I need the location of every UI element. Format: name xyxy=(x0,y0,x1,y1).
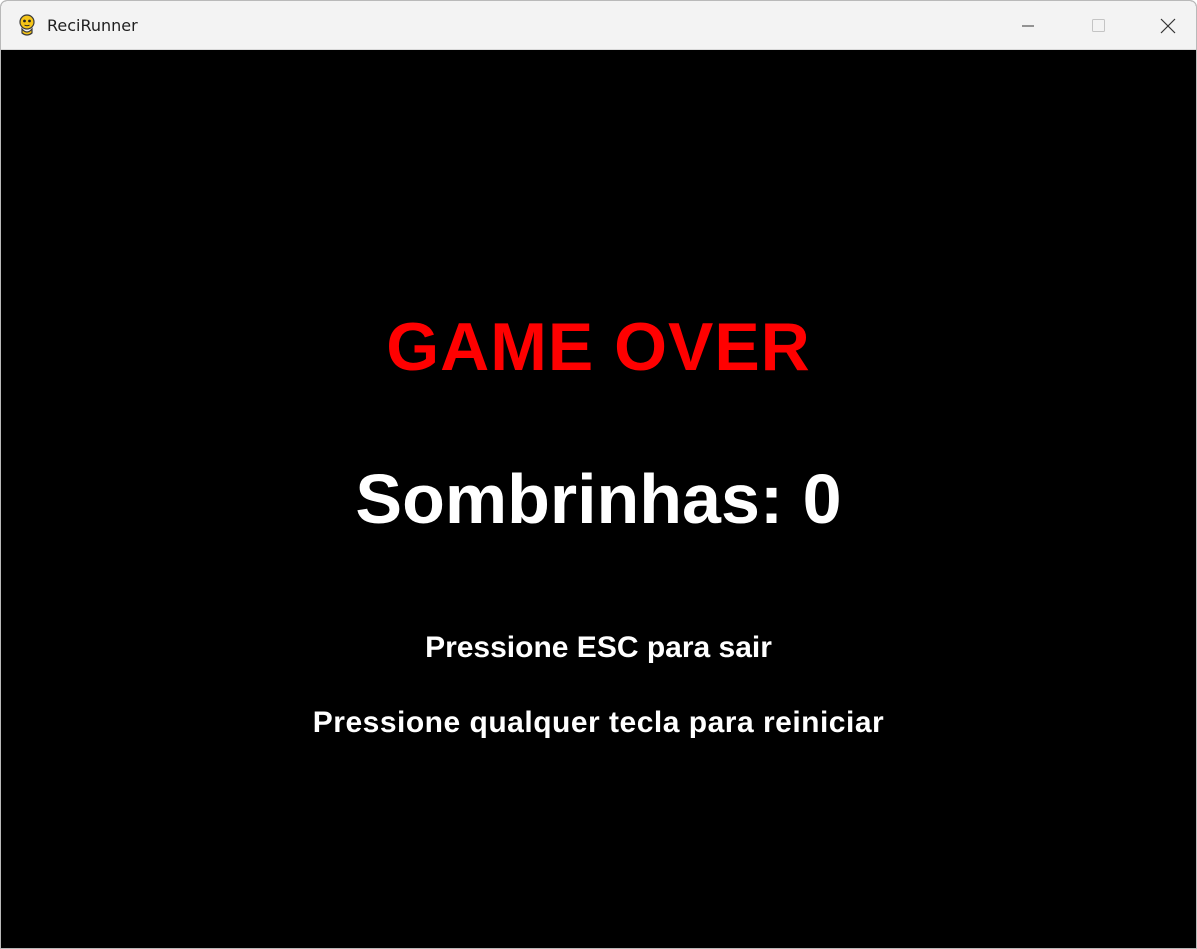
close-icon xyxy=(1160,18,1176,34)
exit-hint: Pressione ESC para sair xyxy=(425,631,772,664)
maximize-icon xyxy=(1092,19,1105,32)
title-bar[interactable]: ReciRunner xyxy=(1,1,1196,50)
pygame-snake-icon xyxy=(15,13,39,37)
close-button[interactable] xyxy=(1133,1,1196,49)
minimize-icon xyxy=(1022,25,1034,27)
score-display: Sombrinhas: 0 xyxy=(355,460,842,538)
window-title: ReciRunner xyxy=(47,16,138,35)
minimize-button[interactable] xyxy=(993,1,1063,49)
restart-hint: Pressione qualquer tecla para reiniciar xyxy=(312,706,885,739)
maximize-button[interactable] xyxy=(1063,1,1133,49)
game-over-title: GAME OVER xyxy=(386,309,811,385)
